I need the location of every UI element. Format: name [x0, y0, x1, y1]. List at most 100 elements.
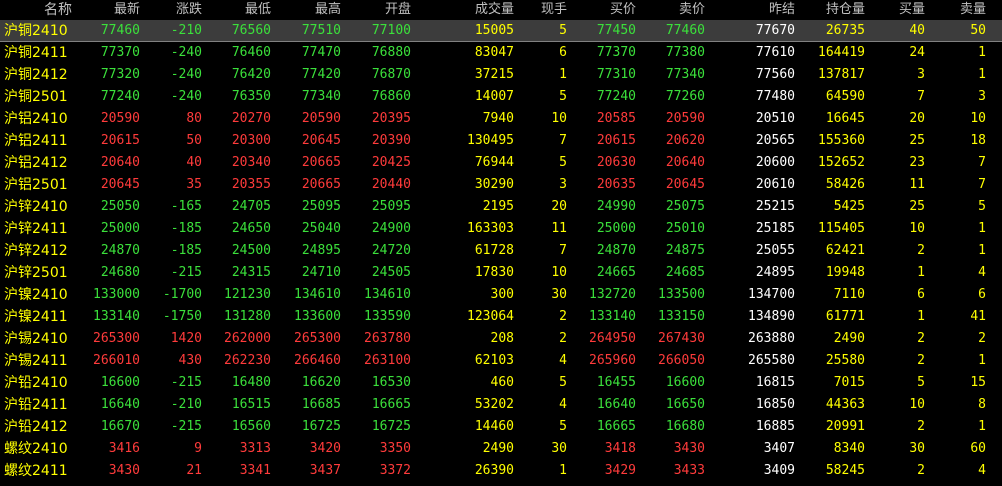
cell-last: 16600	[100, 375, 140, 390]
quote-row[interactable]: 沪锌2410 25050 -165 24705 25095 25095 2195 20 2499…	[0, 196, 1002, 218]
quote-row[interactable]: 沪铝2410 20590 80 20270 20590 20395 7940 10 20585 2…	[0, 108, 1002, 130]
cell-prev-settle: 25215	[755, 199, 795, 214]
cell-volume: 460	[490, 375, 514, 390]
cell-prev-settle: 25055	[755, 243, 795, 258]
header-open-interest[interactable]: 持仓量	[826, 0, 865, 20]
cell-last: 16640	[100, 397, 140, 412]
cell-name: 沪铅2410	[4, 375, 68, 391]
header-last[interactable]: 最新	[114, 0, 140, 20]
cell-volume: 37215	[474, 67, 514, 82]
header-ask-qty[interactable]: 卖量	[960, 0, 986, 20]
cell-change: -210	[170, 23, 202, 38]
cell-ask: 25075	[665, 199, 705, 214]
cell-current-lots: 1	[559, 67, 567, 82]
cell-volume: 17830	[474, 265, 514, 280]
cell-low: 76460	[231, 45, 271, 60]
cell-prev-settle: 77560	[755, 67, 795, 82]
cell-current-lots: 6	[559, 45, 567, 60]
cell-name: 沪锌2501	[4, 265, 68, 281]
cell-bid: 20630	[596, 155, 636, 170]
cell-ask-qty: 4	[978, 265, 986, 280]
cell-open-interest: 164419	[818, 45, 865, 60]
header-open[interactable]: 开盘	[385, 0, 411, 20]
cell-volume: 83047	[474, 45, 514, 60]
quote-row[interactable]: 沪铅2411 16640 -210 16515 16685 16665 53202 4 1664…	[0, 394, 1002, 416]
quote-row[interactable]: 沪铜2410 77460 -210 76560 77510 77100 15005 5 7745…	[0, 20, 1002, 42]
header-name[interactable]: 名称	[0, 0, 72, 20]
cell-bid: 77240	[596, 89, 636, 104]
cell-high: 25040	[301, 221, 341, 236]
header-bid-qty[interactable]: 买量	[899, 0, 925, 20]
cell-prev-settle: 16885	[755, 419, 795, 434]
header-change[interactable]: 涨跌	[176, 0, 202, 20]
cell-last: 3430	[108, 463, 140, 478]
cell-ask: 267430	[658, 331, 705, 346]
cell-ask: 77260	[665, 89, 705, 104]
quote-row[interactable]: 沪铜2411 77370 -240 76460 77470 76880 83047 6 7737…	[0, 42, 1002, 64]
quote-row[interactable]: 沪锌2501 24680 -215 24315 24710 24505 17830 10 246…	[0, 262, 1002, 284]
header-volume[interactable]: 成交量	[475, 0, 514, 20]
cell-name: 沪铝2410	[4, 111, 68, 127]
quote-row[interactable]: 沪锡2410 265300 1420 262000 265300 263780 208 2 26…	[0, 328, 1002, 350]
cell-current-lots: 5	[559, 23, 567, 38]
cell-change: -210	[170, 397, 202, 412]
cell-ask: 3433	[673, 463, 705, 478]
cell-last: 133000	[93, 287, 140, 302]
cell-last: 133140	[93, 309, 140, 324]
cell-change: -215	[170, 265, 202, 280]
header-high[interactable]: 最高	[315, 0, 341, 20]
quote-row[interactable]: 螺纹2410 3416 9 3313 3420 3350 2490 30 3418 3430 340…	[0, 438, 1002, 460]
cell-low: 3341	[239, 463, 271, 478]
cell-open: 20390	[371, 133, 411, 148]
cell-bid-qty: 2	[917, 331, 925, 346]
quote-row[interactable]: 沪锌2412 24870 -185 24500 24895 24720 61728 7 2487…	[0, 240, 1002, 262]
cell-open: 76860	[371, 89, 411, 104]
cell-open-interest: 61771	[825, 309, 865, 324]
quote-row[interactable]: 沪铝2412 20640 40 20340 20665 20425 76944 5 20630 2…	[0, 152, 1002, 174]
cell-open-interest: 58245	[825, 463, 865, 478]
quote-row[interactable]: 沪锡2411 266010 430 262230 266460 263100 62103 4 2…	[0, 350, 1002, 372]
cell-current-lots: 5	[559, 419, 567, 434]
header-ask[interactable]: 卖价	[679, 0, 705, 20]
quote-row[interactable]: 螺纹2411 3430 21 3341 3437 3372 26390 1 3429 3433 34…	[0, 460, 1002, 482]
cell-last: 265300	[93, 331, 140, 346]
quote-row[interactable]: 沪锌2411 25000 -185 24650 25040 24900 163303 11 25…	[0, 218, 1002, 240]
quote-row[interactable]: 沪铝2411 20615 50 20300 20645 20390 130495 7 20615…	[0, 130, 1002, 152]
cell-high: 16620	[301, 375, 341, 390]
cell-ask: 77460	[665, 23, 705, 38]
cell-volume: 30290	[474, 177, 514, 192]
quote-row[interactable]: 沪铅2410 16600 -215 16480 16620 16530 460 5 16455 1…	[0, 372, 1002, 394]
cell-low: 24705	[231, 199, 271, 214]
cell-low: 24650	[231, 221, 271, 236]
cell-bid: 25000	[596, 221, 636, 236]
cell-last: 16670	[100, 419, 140, 434]
quote-row[interactable]: 沪铜2412 77320 -240 76420 77420 76870 37215 1 7731…	[0, 64, 1002, 86]
quote-row[interactable]: 沪铝2501 20645 35 20355 20665 20440 30290 3 20635 2…	[0, 174, 1002, 196]
cell-name: 沪铜2412	[4, 67, 68, 83]
cell-open-interest: 155360	[818, 133, 865, 148]
cell-open: 20425	[371, 155, 411, 170]
cell-low: 262230	[224, 353, 271, 368]
quote-row[interactable]: 沪镍2411 133140 -1750 131280 133600 133590 12306…	[0, 306, 1002, 328]
cell-ask: 24685	[665, 265, 705, 280]
quote-row[interactable]: 沪铅2412 16670 -215 16560 16725 16725 14460 5 1666…	[0, 416, 1002, 438]
cell-open-interest: 137817	[818, 67, 865, 82]
header-low[interactable]: 最低	[245, 0, 271, 20]
cell-open: 24900	[371, 221, 411, 236]
cell-last: 266010	[93, 353, 140, 368]
cell-open-interest: 20991	[825, 419, 865, 434]
cell-ask: 24875	[665, 243, 705, 258]
cell-high: 133600	[294, 309, 341, 324]
quote-row[interactable]: 沪铜2501 77240 -240 76350 77340 76860 14007 5 7724…	[0, 86, 1002, 108]
cell-volume: 2490	[482, 441, 514, 456]
header-current-lots[interactable]: 现手	[541, 0, 567, 20]
cell-last: 24680	[100, 265, 140, 280]
cell-low: 121230	[224, 287, 271, 302]
quote-row[interactable]: 沪镍2410 133000 -1700 121230 134610 134610 300 30…	[0, 284, 1002, 306]
cell-bid-qty: 20	[909, 111, 925, 126]
cell-change: 430	[178, 353, 202, 368]
cell-open-interest: 44363	[825, 397, 865, 412]
cell-open-interest: 25580	[825, 353, 865, 368]
header-bid[interactable]: 买价	[610, 0, 636, 20]
header-prev-settle[interactable]: 昨结	[769, 0, 795, 20]
